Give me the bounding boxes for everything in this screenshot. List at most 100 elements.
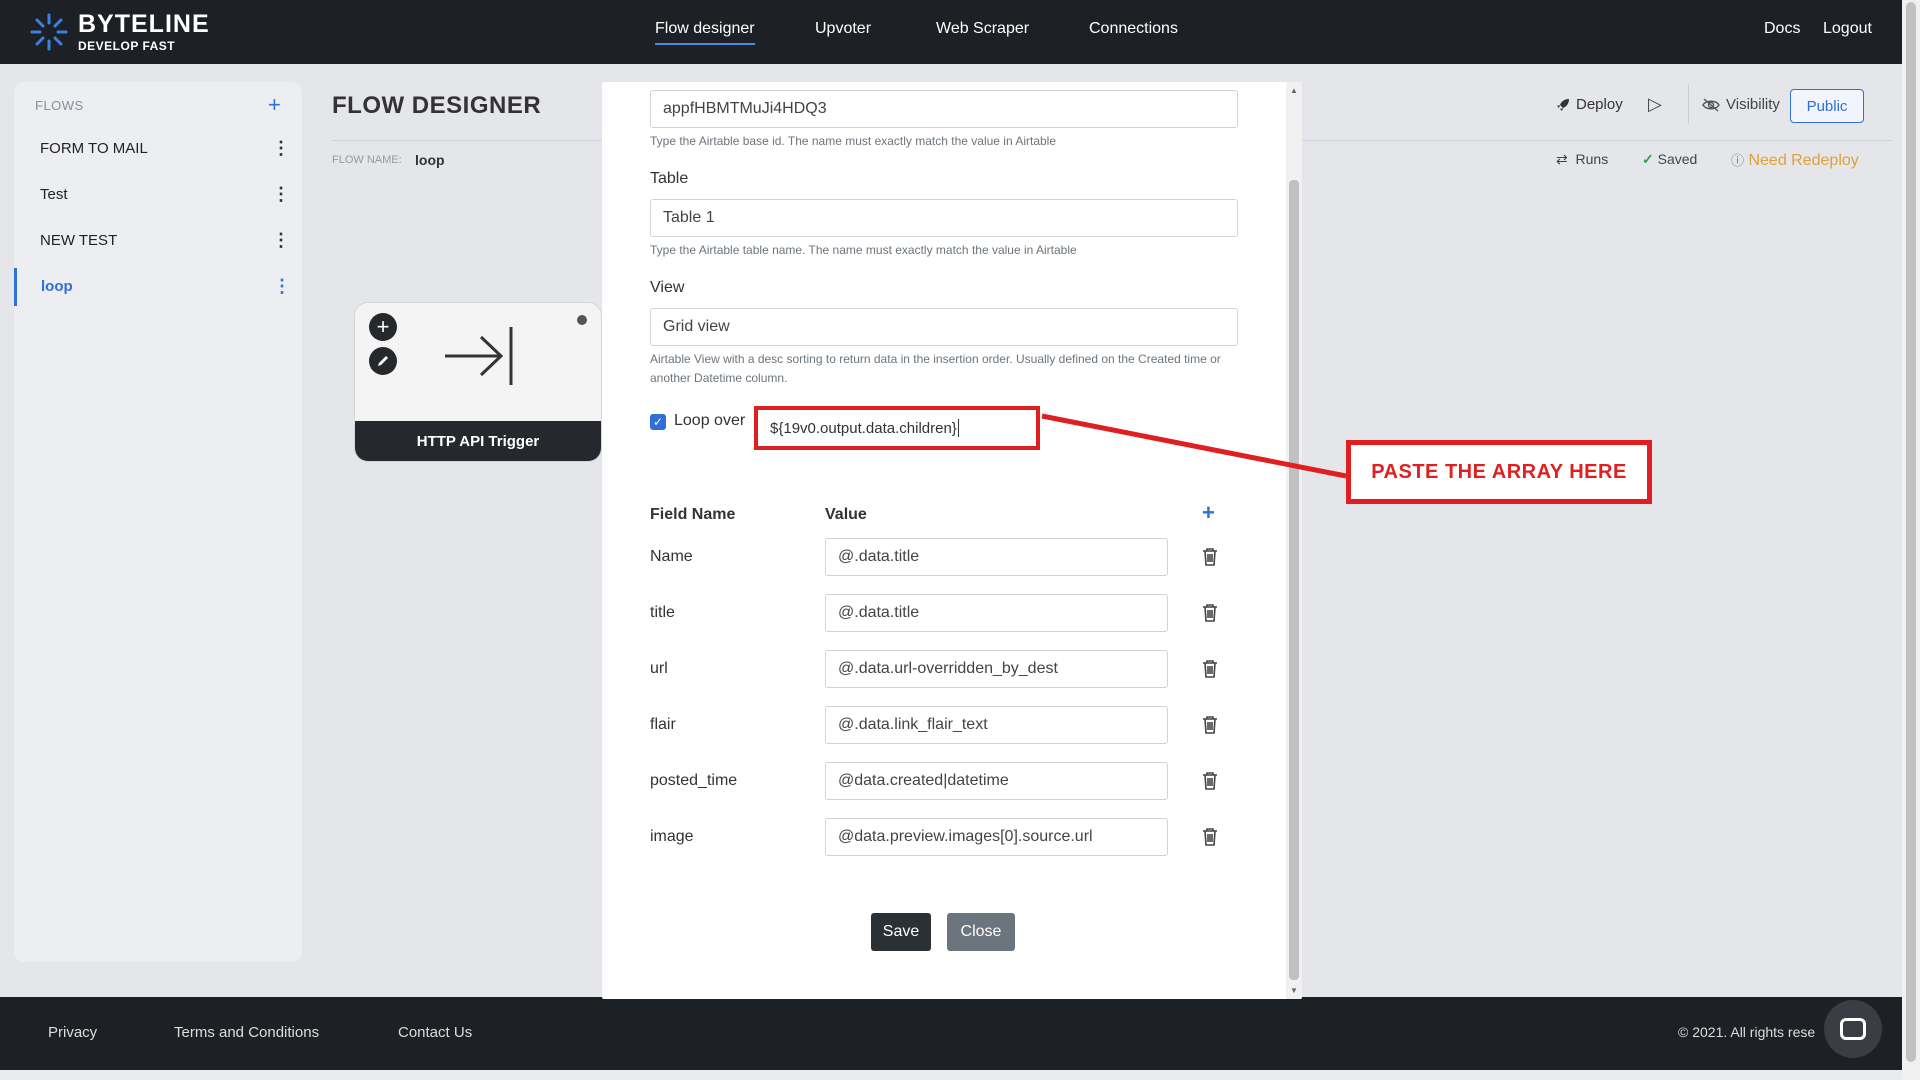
- loop-over-label: Loop over: [674, 412, 746, 429]
- http-api-trigger-node[interactable]: + HTTP API Trigger: [354, 302, 602, 462]
- footer-terms-link[interactable]: Terms and Conditions: [174, 1024, 319, 1041]
- byteline-logo[interactable]: BYTELINE DEVELOP FAST: [28, 10, 210, 54]
- trash-icon[interactable]: [1202, 659, 1218, 679]
- sidebar-item-form-to-mail[interactable]: FORM TO MAIL ⋮: [14, 130, 302, 168]
- field-value-input[interactable]: @.data.title: [825, 538, 1168, 576]
- nav-docs[interactable]: Docs: [1764, 20, 1800, 38]
- chat-launcher-icon[interactable]: [1824, 1000, 1882, 1058]
- text-caret: [957, 419, 959, 437]
- view-label: View: [650, 279, 685, 296]
- saved-label: Saved: [1657, 151, 1698, 167]
- field-row: url @.data.url-overridden_by_dest: [602, 650, 1302, 688]
- eye-slash-icon: [1702, 97, 1720, 112]
- toolbar-divider: [1688, 84, 1689, 124]
- table-label: Table: [650, 170, 689, 187]
- close-button[interactable]: Close: [947, 913, 1015, 951]
- table-input[interactable]: Table 1: [650, 199, 1238, 237]
- field-name: Name: [650, 548, 693, 565]
- top-nav: BYTELINE DEVELOP FAST Flow designer Upvo…: [0, 0, 1902, 64]
- field-row: Name @.data.title: [602, 538, 1302, 576]
- deploy-button[interactable]: Deploy: [1556, 96, 1623, 113]
- redeploy-label: Need Redeploy: [1748, 152, 1859, 169]
- field-name: url: [650, 660, 668, 677]
- flow-name-label: FLOW NAME:: [332, 154, 402, 166]
- flows-sidebar: FLOWS + FORM TO MAIL ⋮ Test ⋮ NEW TEST ⋮…: [14, 82, 302, 962]
- field-row: title @.data.title: [602, 594, 1302, 632]
- trash-icon[interactable]: [1202, 715, 1218, 735]
- logo-icon: [30, 13, 68, 51]
- sidebar-item-new-test[interactable]: NEW TEST ⋮: [14, 222, 302, 260]
- brand-tagline: DEVELOP FAST: [78, 39, 176, 53]
- field-value-input[interactable]: @data.created|datetime: [825, 762, 1168, 800]
- runs-link[interactable]: ⇄ Runs: [1556, 151, 1608, 168]
- kebab-menu-icon[interactable]: ⋮: [273, 276, 291, 297]
- page-title: FLOW DESIGNER: [332, 92, 542, 119]
- edit-pencil-icon[interactable]: [369, 347, 397, 375]
- trash-icon[interactable]: [1202, 547, 1218, 567]
- swap-arrows-icon: ⇄: [1556, 151, 1568, 167]
- copyright-text: © 2021. All rights rese: [1678, 1024, 1816, 1040]
- footer-privacy-link[interactable]: Privacy: [48, 1024, 97, 1041]
- kebab-menu-icon[interactable]: ⋮: [272, 138, 290, 159]
- loop-over-checkbox[interactable]: ✓: [650, 414, 666, 430]
- add-flow-icon[interactable]: +: [268, 92, 281, 118]
- loop-over-input[interactable]: ${19v0.output.data.children}: [754, 406, 1040, 450]
- field-name: posted_time: [650, 772, 738, 789]
- add-node-icon[interactable]: +: [369, 313, 397, 341]
- field-row: image @data.preview.images[0].source.url: [602, 818, 1302, 856]
- field-value-input[interactable]: @data.preview.images[0].source.url: [825, 818, 1168, 856]
- kebab-menu-icon[interactable]: ⋮: [272, 184, 290, 205]
- field-row: flair @.data.link_flair_text: [602, 706, 1302, 744]
- nav-web-scraper[interactable]: Web Scraper: [936, 20, 1029, 38]
- view-input[interactable]: Grid view: [650, 308, 1238, 346]
- base-id-help: Type the Airtable base id. The name must…: [650, 134, 1057, 148]
- field-name: flair: [650, 716, 676, 733]
- save-button[interactable]: Save: [871, 913, 931, 951]
- trash-icon[interactable]: [1202, 827, 1218, 847]
- kebab-menu-icon[interactable]: ⋮: [272, 230, 290, 251]
- scroll-down-icon[interactable]: ▼: [1290, 986, 1298, 995]
- field-name: title: [650, 604, 675, 621]
- annotation-callout: PASTE THE ARRAY HERE: [1346, 440, 1652, 504]
- visibility-toggle[interactable]: Visibility: [1702, 96, 1780, 113]
- table-help: Type the Airtable table name. The name m…: [650, 243, 1077, 257]
- sidebar-item-label: loop: [41, 278, 73, 295]
- run-play-icon[interactable]: ▷: [1648, 94, 1662, 115]
- field-value-input[interactable]: @.data.url-overridden_by_dest: [825, 650, 1168, 688]
- saved-status: ✓ Saved: [1642, 151, 1697, 168]
- sidebar-item-label: NEW TEST: [40, 232, 118, 249]
- trigger-label: HTTP API Trigger: [355, 421, 601, 461]
- value-header: Value: [825, 506, 867, 523]
- flows-heading: FLOWS: [35, 98, 84, 113]
- page-footer: Privacy Terms and Conditions Contact Us …: [0, 997, 1902, 1070]
- field-name-header: Field Name: [650, 506, 736, 523]
- nav-connections[interactable]: Connections: [1089, 20, 1178, 38]
- trash-icon[interactable]: [1202, 771, 1218, 791]
- public-button[interactable]: Public: [1790, 89, 1864, 123]
- airtable-config-modal: appfHBMTMuJi4HDQ3 Type the Airtable base…: [602, 82, 1302, 999]
- sidebar-item-label: Test: [40, 186, 68, 203]
- field-name: image: [650, 828, 694, 845]
- runs-label: Runs: [1575, 151, 1609, 167]
- nav-logout[interactable]: Logout: [1823, 20, 1872, 38]
- modal-scrollbar[interactable]: ▲ ▼: [1286, 82, 1302, 999]
- scroll-up-icon[interactable]: ▲: [1290, 86, 1298, 95]
- status-dot: [577, 315, 587, 325]
- loop-over-value: ${19v0.output.data.children}: [770, 419, 957, 437]
- add-field-icon[interactable]: +: [1202, 500, 1215, 526]
- field-value-input[interactable]: @.data.link_flair_text: [825, 706, 1168, 744]
- page-scrollbar[interactable]: [1902, 0, 1920, 1080]
- sidebar-item-test[interactable]: Test ⋮: [14, 176, 302, 214]
- nav-upvoter[interactable]: Upvoter: [815, 20, 871, 38]
- footer-contact-link[interactable]: Contact Us: [398, 1024, 472, 1041]
- base-id-input[interactable]: appfHBMTMuJi4HDQ3: [650, 90, 1238, 128]
- field-value-input[interactable]: @.data.title: [825, 594, 1168, 632]
- deploy-label: Deploy: [1576, 96, 1623, 113]
- visibility-label: Visibility: [1726, 96, 1780, 113]
- sidebar-item-loop[interactable]: loop ⋮: [14, 268, 302, 306]
- rocket-icon: [1557, 98, 1569, 111]
- nav-flow-designer[interactable]: Flow designer: [655, 20, 755, 45]
- arrow-to-line-icon: [445, 327, 513, 385]
- trash-icon[interactable]: [1202, 603, 1218, 623]
- info-icon: ⓘ: [1731, 153, 1745, 168]
